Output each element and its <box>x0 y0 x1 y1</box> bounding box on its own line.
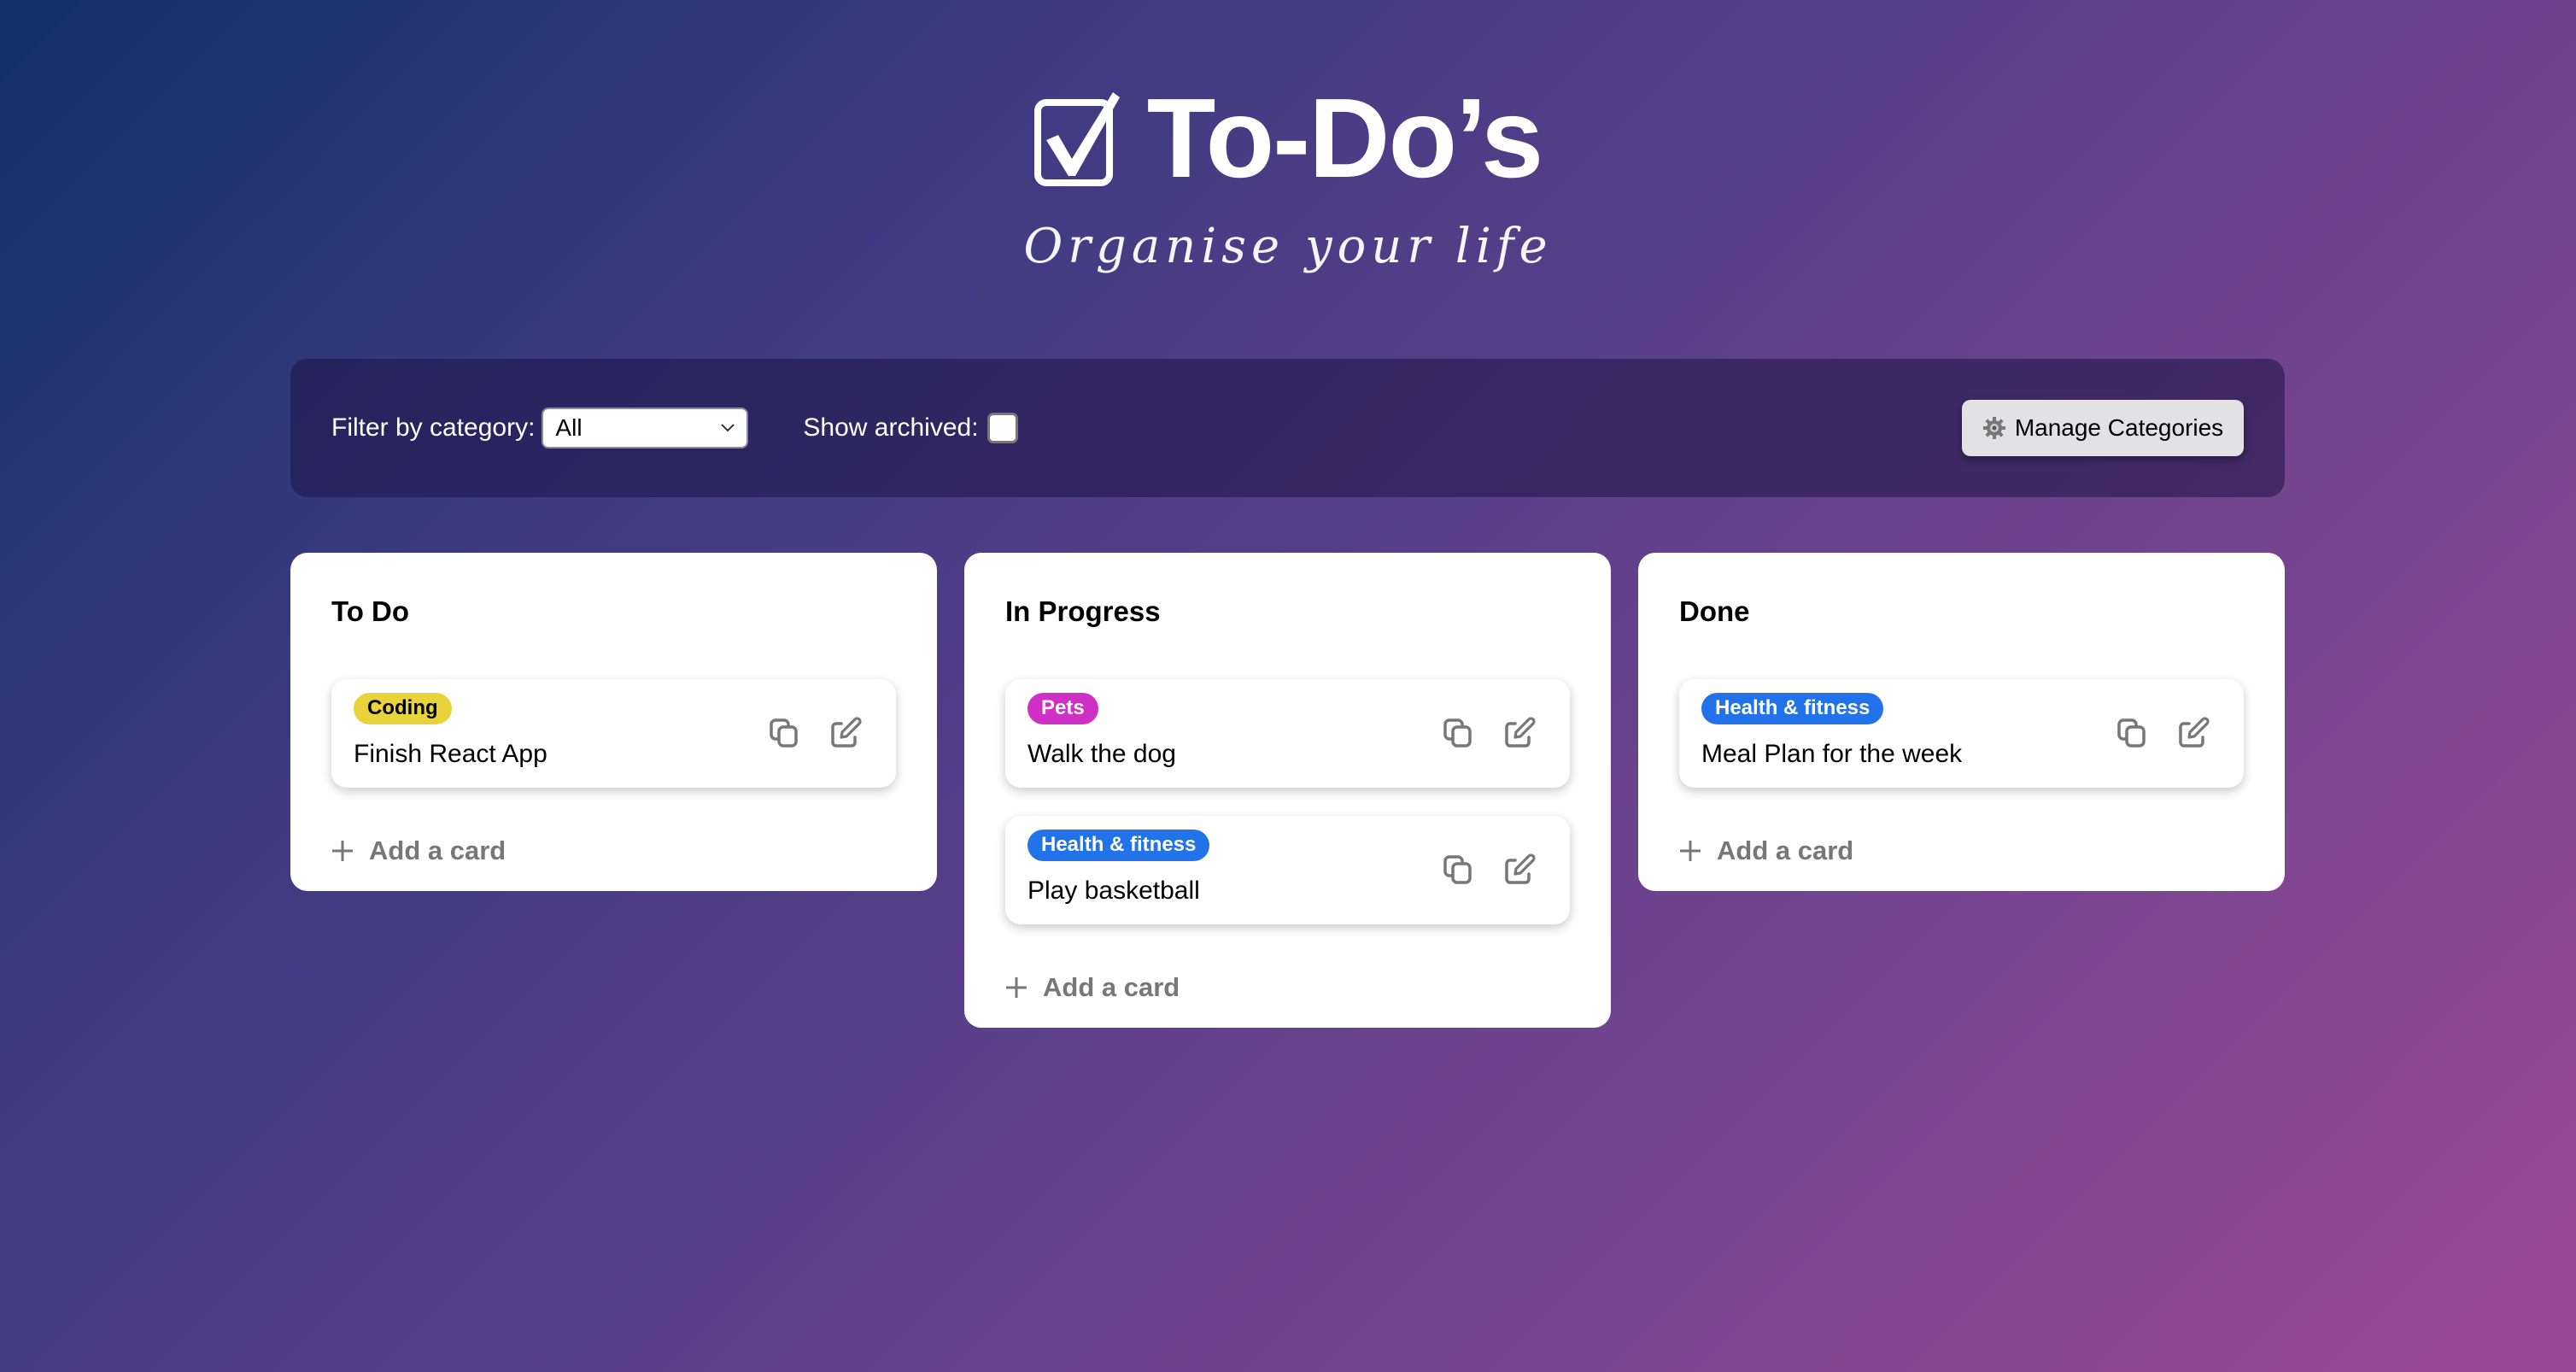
manage-categories-button[interactable]: Manage Categories <box>1962 400 2244 456</box>
gear-icon <box>1982 417 2005 439</box>
copy-button[interactable] <box>1442 717 1474 749</box>
category-filter-select[interactable]: All <box>542 407 749 449</box>
add-card-button[interactable]: Add a card <box>331 811 896 891</box>
filter-toolbar: Filter by category: All Show archived: M… <box>290 359 2285 497</box>
edit-button[interactable] <box>1503 853 1536 886</box>
chevron-down-icon <box>721 424 735 432</box>
manage-categories-label: Manage Categories <box>2014 414 2224 441</box>
edit-icon <box>1505 717 1536 748</box>
task-card[interactable]: Coding Finish React App <box>331 679 896 788</box>
edit-icon <box>831 717 862 748</box>
column-title: In Progress <box>1005 595 1161 627</box>
show-archived-group: Show archived: <box>803 413 1018 443</box>
checkbox-checked-icon <box>1033 92 1120 186</box>
column-title: To Do <box>331 595 410 627</box>
copy-button[interactable] <box>1442 853 1474 886</box>
plus-icon <box>332 841 353 861</box>
copy-icon <box>1443 718 1472 748</box>
edit-icon <box>1505 853 1536 884</box>
column-in-progress: In Progress Pets Walk the dog Health & f… <box>964 553 1611 1028</box>
column-done: Done Health & fitness Meal Plan for the … <box>1638 553 2285 891</box>
add-card-label: Add a card <box>1043 972 1180 1002</box>
edit-button[interactable] <box>1503 717 1536 749</box>
category-badge: Pets <box>1027 693 1098 724</box>
add-card-button[interactable]: Add a card <box>1679 811 2244 891</box>
column-title: Done <box>1679 595 1750 627</box>
edit-button[interactable] <box>829 717 862 749</box>
app-subtitle: Organise your life <box>1023 219 1553 274</box>
copy-button[interactable] <box>2116 717 2148 749</box>
edit-button[interactable] <box>2177 717 2210 749</box>
show-archived-label: Show archived: <box>803 413 979 442</box>
copy-button[interactable] <box>768 717 800 749</box>
category-filter-value: All <box>555 414 583 441</box>
category-badge: Health & fitness <box>1701 693 1884 724</box>
copy-icon <box>770 718 798 748</box>
task-card[interactable]: Health & fitness Meal Plan for the week <box>1679 679 2244 788</box>
copy-icon <box>1443 855 1472 884</box>
filter-category-label: Filter by category: <box>331 413 536 442</box>
show-archived-checkbox[interactable] <box>986 413 1018 443</box>
copy-icon <box>2117 718 2146 748</box>
add-card-button[interactable]: Add a card <box>1005 947 1570 1028</box>
plus-icon <box>1680 841 1701 861</box>
category-badge: Coding <box>354 693 452 724</box>
plus-icon <box>1006 977 1027 998</box>
task-card[interactable]: Pets Walk the dog <box>1005 679 1570 788</box>
category-badge: Health & fitness <box>1027 830 1210 861</box>
add-card-label: Add a card <box>369 836 506 865</box>
column-to-do: To Do Coding Finish React App Add a card <box>290 553 937 891</box>
app-title: To-Do’s <box>1146 75 1544 201</box>
task-card[interactable]: Health & fitness Play basketball <box>1005 816 1570 924</box>
add-card-label: Add a card <box>1717 836 1854 865</box>
edit-icon <box>2179 717 2210 748</box>
app-header: To-Do’s Organise your life <box>0 75 2576 275</box>
